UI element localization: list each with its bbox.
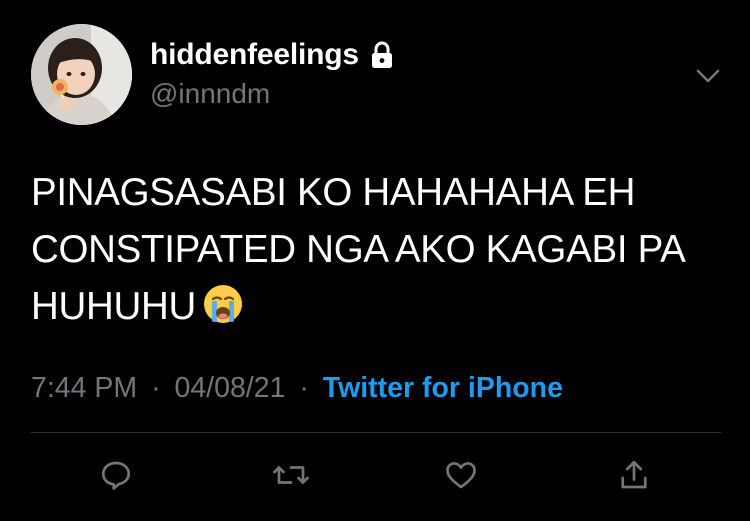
- retweet-icon: [271, 457, 311, 498]
- heart-icon: [443, 457, 479, 498]
- share-icon: [616, 457, 652, 498]
- tweet-date[interactable]: 04/08/21: [174, 372, 285, 404]
- retweet-button[interactable]: [269, 455, 313, 499]
- reply-icon: [98, 457, 134, 498]
- tweet-text-line: HUHUHU: [31, 285, 197, 328]
- share-button[interactable]: [612, 455, 656, 499]
- lock-icon: [370, 41, 394, 69]
- meta-separator: ·: [299, 372, 309, 404]
- tweet-time: 7:44 PM: [31, 372, 138, 404]
- action-bar: [0, 455, 750, 499]
- reply-button[interactable]: [94, 455, 138, 499]
- divider: [31, 432, 721, 433]
- loudly-crying-face-icon: [202, 283, 244, 325]
- display-name[interactable]: hiddenfeelings: [150, 38, 359, 72]
- tweet-text-line-last: HUHUHU: [31, 278, 731, 335]
- tweet-text-line: PINAGSASABI KO HAHAHAHA EH: [31, 171, 636, 214]
- handle[interactable]: @innndm: [150, 78, 270, 110]
- display-name-row[interactable]: hiddenfeelings: [150, 38, 394, 72]
- tweet-source-link[interactable]: Twitter for iPhone: [323, 372, 563, 404]
- like-button[interactable]: [439, 455, 483, 499]
- chevron-down-icon[interactable]: [693, 64, 723, 88]
- tweet-text: PINAGSASABI KO HAHAHAHA EH CONSTIPATED N…: [31, 164, 731, 335]
- tweet-text-line: CONSTIPATED NGA AKO KAGABI PA: [31, 228, 686, 271]
- avatar[interactable]: [31, 24, 132, 125]
- tweet-meta: 7:44 PM · 04/08/21 · Twitter for iPhone: [31, 372, 563, 405]
- meta-separator: ·: [151, 372, 161, 404]
